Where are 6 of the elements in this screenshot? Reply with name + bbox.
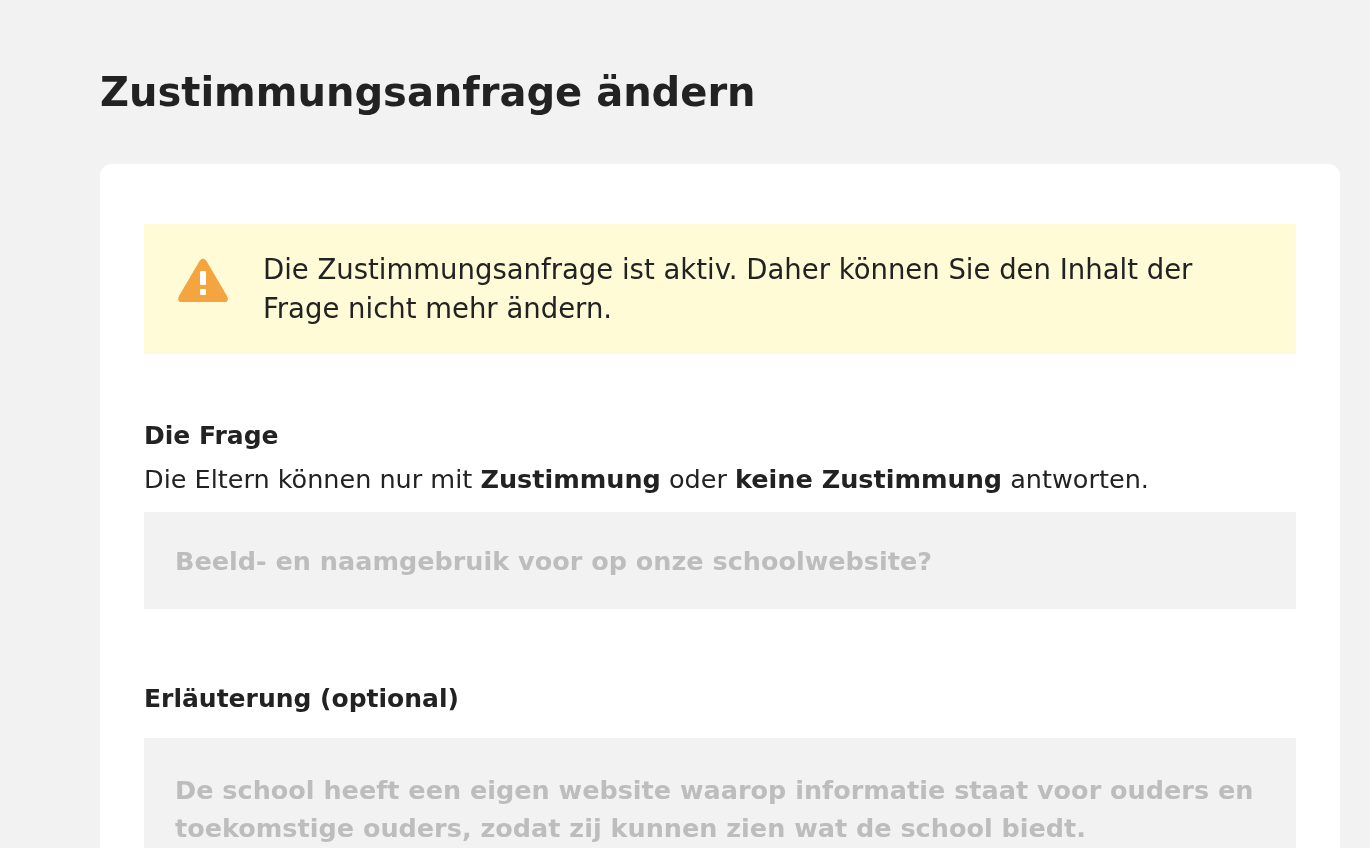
field-label: Erläuterung (optional) xyxy=(144,683,460,715)
warning-icon xyxy=(178,258,228,302)
field-hint: Die Eltern können nur mit Zustimmung oder keine Zustimmung antworten. xyxy=(144,463,1150,496)
alert-message: Die Zustimmungsanfrage ist aktiv. Daher können Sie den Inhalt der Frage nicht mehr ändern. xyxy=(263,252,1194,326)
page-title: Zustimmungsanfrage ändern xyxy=(100,68,757,117)
field-label: Die Frage xyxy=(144,420,280,452)
